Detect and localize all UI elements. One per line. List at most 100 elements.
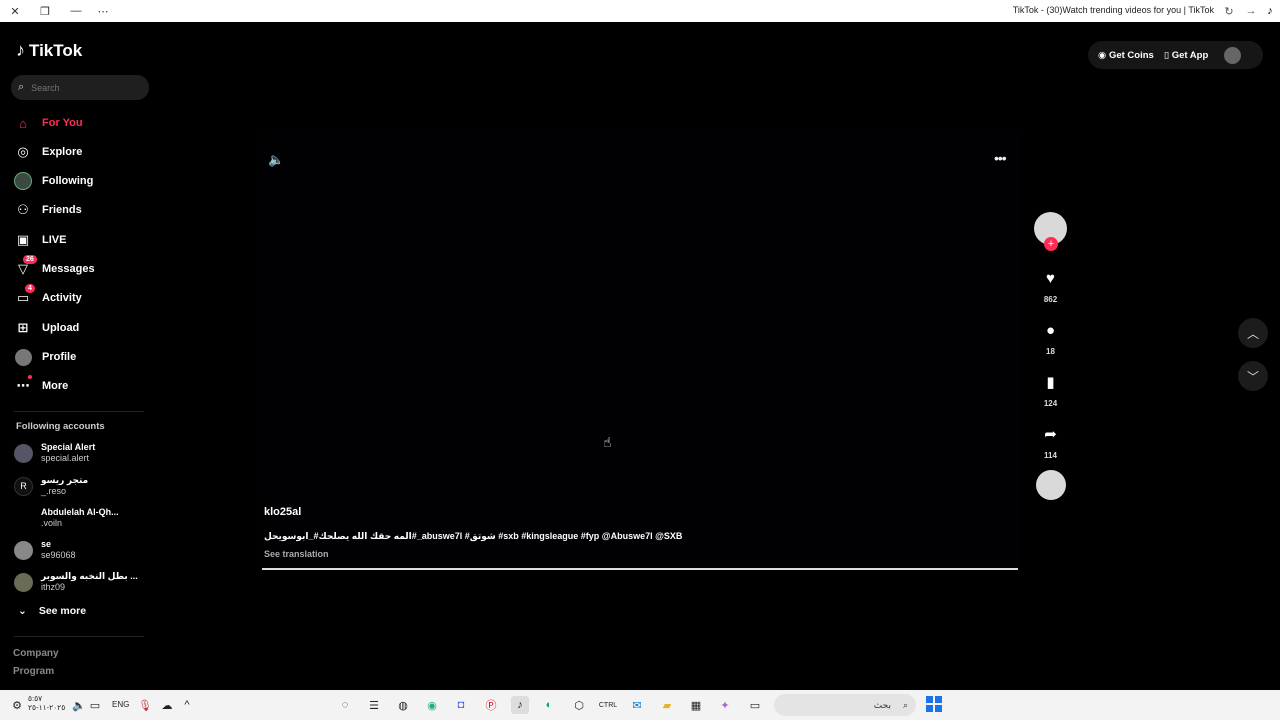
footer-program[interactable]: Program [13,666,54,677]
account-item[interactable]: بطل النخبه والسوبر ... ithz09 [14,569,138,595]
search-input[interactable] [31,82,132,93]
edge-icon[interactable]: ◐ [540,696,558,714]
menu-dots-icon[interactable]: ⋯ [95,3,111,19]
user-avatar[interactable] [1224,46,1242,64]
divider [14,636,144,637]
video-player[interactable] [262,130,1020,570]
copilot-icon[interactable]: ✦ [716,696,734,714]
account-item[interactable]: Special Alert special.alert [14,440,95,466]
ctrl-app-icon[interactable]: CTRL [599,696,617,714]
account-name: se [41,539,52,549]
more-dot [28,375,32,379]
forward-icon[interactable]: → [1244,4,1258,18]
volume-icon[interactable]: 🔈 [268,152,284,168]
nav-upload[interactable]: ⊞ Upload [14,317,80,339]
app-icon-3[interactable]: ◍ [394,696,412,714]
nav-messages[interactable]: ▽ 26 Messages [14,255,95,280]
account-handle: ithz09 [41,582,66,592]
tiktok-note-icon: ♪ [16,40,25,60]
account-handle: _.reso [41,486,67,496]
avatar: R [14,476,33,496]
creator-avatar[interactable]: + [1034,212,1067,251]
search-box[interactable]: ⌕ [11,75,149,100]
get-app-label: Get App [1171,49,1209,61]
share-count: 114 [1044,451,1057,460]
share-icon[interactable]: ➦ [1035,418,1067,450]
cloud-icon[interactable]: ☁ [158,696,176,714]
get-coins-label: Get Coins [1108,49,1154,61]
follow-plus-icon[interactable]: + [1044,237,1058,251]
discord-icon[interactable]: ◘ [452,696,470,714]
close-icon[interactable]: ✕ [7,3,23,19]
taskbar-search[interactable]: بحث ⌕ [774,694,916,716]
nav-following[interactable]: Following [14,170,93,192]
account-item[interactable]: R متجر ريسو _.reso [14,473,88,499]
window-title: TikTok - (30)Watch trending videos for y… [1012,5,1214,15]
windows-start-icon[interactable] [926,696,942,712]
nav-explore[interactable]: ◎ Explore [14,141,82,163]
tiktok-logo[interactable]: ♪ TikTok [16,40,82,61]
minimize-icon[interactable]: — [68,3,84,19]
restore-icon[interactable]: ❐ [37,3,53,19]
video-more-icon[interactable]: ••• [994,150,1007,166]
comment-action[interactable]: ● 18 [1034,314,1067,357]
app-icon-9[interactable]: ⬡ [570,696,588,714]
settings-icon[interactable]: ⚙ [8,696,26,714]
live-icon: ▣ [16,232,30,247]
pinterest-icon[interactable]: Ⓟ [482,696,500,714]
app-icon-1[interactable]: ◌ [336,696,354,714]
nav-for-you[interactable]: ⌂ For You [14,112,82,134]
nav-label: Upload [42,322,80,334]
app-icon-15[interactable]: ▭ [746,696,764,714]
mouse-cursor: ☝ [603,434,612,450]
nav-live[interactable]: ▣ LIVE [14,229,67,251]
folder-icon[interactable]: ▰ [658,696,676,714]
share-action[interactable]: ➦ 114 [1034,418,1067,460]
save-action[interactable]: ▮ 124 [1034,366,1067,408]
search-icon: ⌕ [902,699,908,710]
header-actions: ◉ Get Coins ▯ Get App [1088,41,1263,69]
music-disc[interactable] [1034,470,1067,500]
search-icon: ⌕ [18,81,25,93]
tiktok-taskbar-icon[interactable]: ♪ [511,696,529,714]
tray-chevron-icon[interactable]: ^ [178,696,196,714]
network-icon[interactable]: ▭ [86,696,104,714]
video-progress[interactable] [262,568,1018,570]
app-icon-2[interactable]: ☰ [365,696,383,714]
avatar [14,572,33,592]
nav-label: Following [42,175,94,187]
account-handle: special.alert [41,453,90,463]
outlook-icon[interactable]: ✉ [628,696,646,714]
nav-profile[interactable]: Profile [14,346,76,368]
progress-fill [262,568,1018,570]
store-icon[interactable]: ▦ [687,696,705,714]
heart-icon[interactable]: ♥ [1035,262,1067,294]
account-name: Abdulelah Al-Qh... [41,507,119,517]
nav-more[interactable]: ⋯ More [14,375,68,397]
account-item[interactable]: se se96068 [14,537,76,563]
account-name: بطل النخبه والسوبر ... [41,571,138,581]
nav-activity[interactable]: ▭ 4 Activity [14,284,82,309]
save-count: 124 [1043,399,1058,408]
compass-icon: ◎ [17,144,29,159]
get-app-button[interactable]: ▯ Get App [1164,50,1208,61]
messages-badge: 26 [23,255,37,264]
language-indicator[interactable]: ENG [112,700,129,709]
messages-icon: ▽ 26 [14,255,37,278]
nav-friends[interactable]: ⚇ Friends [14,199,82,221]
mic-icon[interactable]: 🎙 [136,696,154,714]
video-author[interactable]: klo25al [264,506,301,518]
like-action[interactable]: ♥ 862 [1034,262,1067,305]
see-more-label: See more [38,605,87,617]
get-coins-button[interactable]: ◉ Get Coins [1098,50,1154,61]
next-video-button[interactable]: ﹀ [1238,361,1268,391]
chrome-icon[interactable]: ◉ [423,696,441,714]
bookmark-icon[interactable]: ▮ [1035,366,1067,398]
see-translation-link[interactable]: See translation [264,549,329,559]
previous-video-button[interactable]: ︿ [1238,318,1268,348]
refresh-icon[interactable]: ↻ [1222,4,1236,18]
comment-icon[interactable]: ● [1035,314,1067,346]
account-item[interactable]: Abdulelah Al-Qh... .voiln [14,505,119,531]
see-more-button[interactable]: ⌄ See more [18,605,86,617]
footer-company[interactable]: Company [13,648,59,659]
